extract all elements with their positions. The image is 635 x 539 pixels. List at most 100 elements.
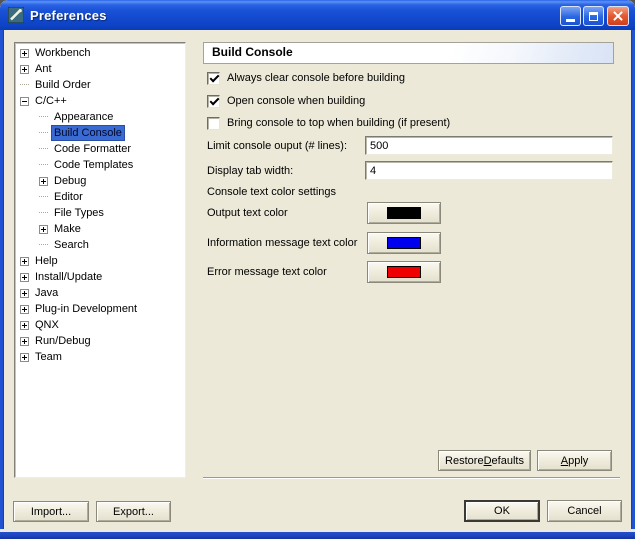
tree-item-editor[interactable]: Editor — [15, 189, 185, 205]
tree-item-ant[interactable]: Ant — [15, 61, 185, 77]
window-border-left — [0, 30, 4, 539]
titlebar[interactable]: Preferences — [0, 0, 635, 30]
tree-item-search[interactable]: Search — [15, 237, 185, 253]
checkbox-row-clear-console[interactable]: Always clear console before building — [207, 71, 405, 85]
maximize-button[interactable] — [583, 6, 604, 26]
expand-plus-icon[interactable] — [20, 65, 29, 74]
limit-console-output-field[interactable] — [365, 136, 613, 155]
expand-plus-icon[interactable] — [20, 353, 29, 362]
button-label: pply — [568, 455, 588, 467]
clear-console-checkbox[interactable] — [207, 72, 220, 85]
output-text-color-button[interactable] — [367, 202, 441, 224]
tree-item-appearance[interactable]: Appearance — [15, 109, 185, 125]
expand-plus-icon[interactable] — [20, 337, 29, 346]
window-border-bottom — [0, 529, 635, 539]
tree-connector — [39, 148, 48, 150]
tree-item-label: Editor — [52, 190, 85, 204]
info-message-color-label: Information message text color — [207, 237, 357, 249]
import-button[interactable]: Import... — [13, 501, 89, 522]
error-message-color-button[interactable] — [367, 261, 441, 283]
limit-console-output-label: Limit console ouput (# lines): — [207, 140, 347, 152]
page-title: Build Console — [203, 42, 614, 64]
button-mnemonic: D — [484, 455, 492, 467]
tree-item-label: Code Templates — [52, 158, 135, 172]
tree-connector — [39, 212, 48, 214]
tree-item-label: Make — [52, 222, 83, 236]
tree-connector — [39, 196, 48, 198]
tree-item-label: Build Order — [33, 78, 93, 92]
collapse-minus-icon[interactable] — [20, 97, 29, 106]
checkbox-row-bring-to-top[interactable]: Bring console to top when building (if p… — [207, 116, 450, 130]
tree-item-help[interactable]: Help — [15, 253, 185, 269]
expand-plus-icon[interactable] — [20, 49, 29, 58]
display-tab-width-field[interactable] — [365, 161, 613, 180]
expand-plus-icon[interactable] — [20, 257, 29, 266]
tree-connector — [39, 244, 48, 246]
output-color-swatch — [387, 207, 421, 219]
tree-item-label: QNX — [33, 318, 61, 332]
tree-item-build-order[interactable]: Build Order — [15, 77, 185, 93]
window-title: Preferences — [30, 8, 107, 23]
expand-plus-icon[interactable] — [20, 289, 29, 298]
close-button[interactable] — [607, 6, 629, 26]
checkbox-label: Always clear console before building — [227, 72, 405, 84]
minimize-icon — [566, 19, 575, 22]
button-label: efaults — [492, 455, 524, 467]
tree-item-label: Code Formatter — [52, 142, 133, 156]
cancel-button[interactable]: Cancel — [547, 500, 622, 522]
tree-item-label: Team — [33, 350, 64, 364]
tree-item-label: Plug-in Development — [33, 302, 139, 316]
minimize-button[interactable] — [560, 6, 581, 26]
expand-plus-icon[interactable] — [39, 177, 48, 186]
tree-item-label: Workbench — [33, 46, 92, 60]
expand-plus-icon[interactable] — [20, 321, 29, 330]
tree-item-plug-in-development[interactable]: Plug-in Development — [15, 301, 185, 317]
tree-item-label: Search — [52, 238, 91, 252]
tree-item-label: Install/Update — [33, 270, 104, 284]
tree-connector — [20, 84, 29, 86]
restore-defaults-button[interactable]: Restore Defaults — [438, 450, 531, 471]
tree-item-qnx[interactable]: QNX — [15, 317, 185, 333]
tree-item-c-c[interactable]: C/C++ — [15, 93, 185, 109]
tree-item-debug[interactable]: Debug — [15, 173, 185, 189]
tree-item-run-debug[interactable]: Run/Debug — [15, 333, 185, 349]
tree-item-team[interactable]: Team — [15, 349, 185, 365]
tree-item-make[interactable]: Make — [15, 221, 185, 237]
tree-item-install-update[interactable]: Install/Update — [15, 269, 185, 285]
info-color-swatch — [387, 237, 421, 249]
button-label: Restore — [445, 455, 484, 467]
tree-connector — [39, 164, 48, 166]
tree-item-workbench[interactable]: Workbench — [15, 45, 185, 61]
expand-plus-icon[interactable] — [39, 225, 48, 234]
output-text-color-label: Output text color — [207, 207, 288, 219]
tree-item-label: Run/Debug — [33, 334, 93, 348]
tree-item-java[interactable]: Java — [15, 285, 185, 301]
ok-button[interactable]: OK — [464, 500, 540, 522]
export-button[interactable]: Export... — [96, 501, 171, 522]
preferences-tree[interactable]: Workbench Ant Build OrderC/C++AppearanceBu… — [14, 42, 186, 478]
tree-item-label: Java — [33, 286, 60, 300]
color-section-label: Console text color settings — [207, 186, 336, 198]
bring-to-top-checkbox[interactable] — [207, 117, 220, 130]
info-message-color-button[interactable] — [367, 232, 441, 254]
checkbox-label: Open console when building — [227, 95, 365, 107]
open-console-checkbox[interactable] — [207, 95, 220, 108]
tree-item-label: File Types — [52, 206, 106, 220]
tree-connector — [39, 116, 48, 118]
button-mnemonic: A — [561, 455, 568, 467]
tree-item-label: Ant — [33, 62, 54, 76]
tree-item-label: Help — [33, 254, 60, 268]
error-color-swatch — [387, 266, 421, 278]
tree-connector — [39, 132, 48, 134]
tree-item-code-templates[interactable]: Code Templates — [15, 157, 185, 173]
preferences-dialog: Preferences Workbench Ant Build OrderC/C++… — [0, 0, 635, 539]
apply-button[interactable]: Apply — [537, 450, 612, 471]
expand-plus-icon[interactable] — [20, 273, 29, 282]
checkbox-row-open-console[interactable]: Open console when building — [207, 94, 365, 108]
tree-item-label: Build Console — [52, 126, 124, 140]
tree-item-code-formatter[interactable]: Code Formatter — [15, 141, 185, 157]
expand-plus-icon[interactable] — [20, 305, 29, 314]
app-icon — [8, 7, 24, 23]
tree-item-build-console[interactable]: Build Console — [15, 125, 185, 141]
tree-item-file-types[interactable]: File Types — [15, 205, 185, 221]
